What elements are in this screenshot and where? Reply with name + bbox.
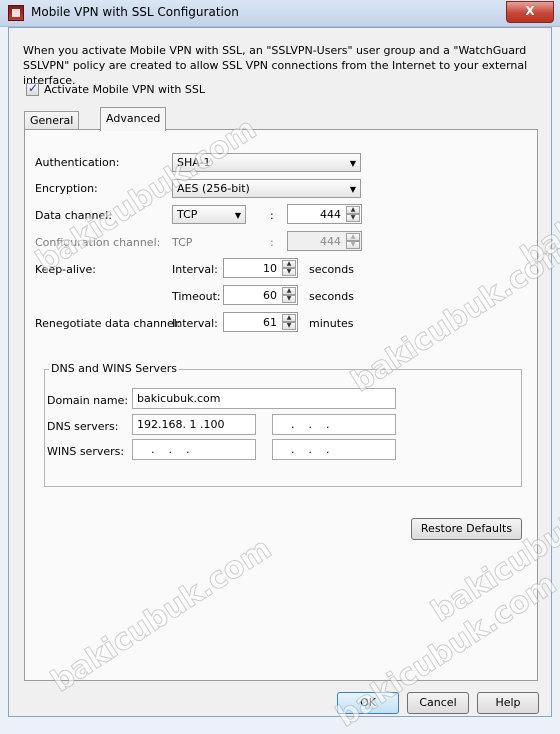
intro-text: When you activate Mobile VPN with SSL, a…	[23, 44, 528, 87]
dns-server-2-input[interactable]: . . .	[272, 414, 396, 435]
domain-name-label: Domain name:	[47, 394, 129, 407]
config-channel-label: Configuration channel:	[35, 236, 161, 249]
data-channel-protocol-select[interactable]: TCP ▼	[172, 205, 246, 224]
spin-up-icon[interactable]: ▲	[346, 206, 360, 214]
authentication-select[interactable]: SHA-1 ▼	[172, 153, 361, 172]
keep-alive-timeout-spinner[interactable]: 60 ▲ ▼	[223, 285, 298, 305]
cancel-button[interactable]: Cancel	[407, 692, 469, 714]
chevron-down-icon: ▼	[234, 211, 241, 220]
config-channel-port-spinner: 444 ▲ ▼	[287, 231, 362, 251]
renegotiate-interval-label: Interval:	[172, 317, 218, 330]
spin-up-icon[interactable]: ▲	[282, 260, 296, 268]
data-channel-port-value: 444	[320, 208, 341, 221]
data-channel-separator: :	[270, 209, 274, 222]
encryption-label: Encryption:	[35, 182, 98, 195]
dns-wins-group-title: DNS and WINS Servers	[49, 362, 180, 375]
spin-down-icon[interactable]: ▼	[282, 295, 296, 303]
encryption-select[interactable]: AES (256-bit) ▼	[172, 179, 361, 198]
dns-server-1-input[interactable]: 192.168. 1 .100	[132, 414, 256, 435]
activate-checkbox-label: Activate Mobile VPN with SSL	[44, 83, 205, 96]
keep-alive-interval-unit: seconds	[309, 263, 354, 276]
keep-alive-timeout-label: Timeout:	[172, 290, 221, 303]
spin-down-icon[interactable]: ▼	[346, 214, 360, 222]
spin-down-icon: ▼	[346, 241, 360, 249]
keep-alive-interval-value: 10	[263, 262, 277, 275]
spin-up-icon[interactable]: ▲	[282, 287, 296, 295]
activate-checkbox[interactable]	[26, 81, 39, 96]
data-channel-port-spinner[interactable]: 444 ▲ ▼	[287, 204, 362, 224]
help-button[interactable]: Help	[477, 692, 539, 714]
spin-down-icon[interactable]: ▼	[282, 322, 296, 330]
chevron-down-icon: ▼	[349, 159, 356, 168]
wins-servers-label: WINS servers:	[47, 445, 125, 458]
keep-alive-label: Keep-alive:	[35, 263, 96, 276]
renegotiate-unit: minutes	[309, 317, 354, 330]
keep-alive-interval-spinner[interactable]: 10 ▲ ▼	[223, 258, 298, 278]
keep-alive-timeout-unit: seconds	[309, 290, 354, 303]
config-channel-port-value: 444	[320, 235, 341, 248]
renegotiate-label: Renegotiate data channel:	[35, 317, 181, 330]
close-button[interactable]: X	[506, 1, 554, 23]
spin-down-icon[interactable]: ▼	[282, 268, 296, 276]
wins-server-1-input[interactable]: . . .	[132, 439, 256, 460]
wins-server-2-input[interactable]: . . .	[272, 439, 396, 460]
config-channel-protocol: TCP	[172, 236, 193, 249]
keep-alive-timeout-value: 60	[263, 289, 277, 302]
dns-servers-label: DNS servers:	[47, 420, 119, 433]
ok-button[interactable]: OK	[337, 692, 399, 714]
window-title: Mobile VPN with SSL Configuration	[31, 5, 239, 19]
data-channel-label: Data channel:	[35, 209, 112, 222]
config-channel-separator: :	[270, 236, 274, 249]
tab-advanced[interactable]: Advanced	[100, 107, 167, 131]
activate-row[interactable]: Activate Mobile VPN with SSL	[26, 81, 205, 96]
renegotiate-interval-spinner[interactable]: 61 ▲ ▼	[223, 312, 298, 332]
authentication-value: SHA-1	[177, 156, 211, 169]
renegotiate-interval-value: 61	[263, 316, 277, 329]
spin-up-icon[interactable]: ▲	[282, 314, 296, 322]
encryption-value: AES (256-bit)	[177, 182, 250, 195]
keep-alive-interval-label: Interval:	[172, 263, 218, 276]
chevron-down-icon: ▼	[349, 185, 356, 194]
authentication-label: Authentication:	[35, 156, 120, 169]
restore-defaults-button[interactable]: Restore Defaults	[411, 518, 522, 540]
domain-name-input[interactable]: bakicubuk.com	[132, 388, 396, 409]
data-channel-protocol-value: TCP	[177, 208, 198, 221]
advanced-panel: Authentication: SHA-1 ▼ Encryption: AES …	[24, 129, 538, 681]
dialog-body: When you activate Mobile VPN with SSL, a…	[8, 27, 552, 717]
app-icon	[8, 5, 24, 21]
spin-up-icon: ▲	[346, 233, 360, 241]
tab-general[interactable]: General	[24, 111, 80, 130]
title-bar: Mobile VPN with SSL Configuration X	[0, 0, 560, 27]
